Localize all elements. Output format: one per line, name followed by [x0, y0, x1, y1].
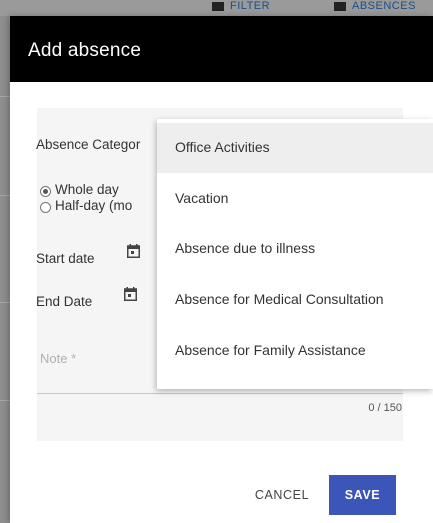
add-absence-dialog: Add absence Absence Categor Whole day Ha… [10, 16, 433, 523]
category-option-family-assistance[interactable]: Absence for Family Assistance [157, 326, 433, 376]
dialog-title: Add absence [28, 40, 142, 61]
half-day-label[interactable]: Half-day (mo [55, 198, 132, 213]
background-divider [0, 96, 10, 97]
category-option-office-activities[interactable]: Office Activities [157, 123, 433, 173]
category-option-medical-consultation[interactable]: Absence for Medical Consultation [157, 275, 433, 325]
whole-day-label[interactable]: Whole day [55, 182, 119, 197]
calendar-icon[interactable] [124, 287, 137, 301]
category-option-vacation[interactable]: Vacation [157, 174, 433, 224]
absence-category-label[interactable]: Absence Categor [36, 137, 140, 152]
start-date-label: Start date [36, 251, 95, 266]
background-divider [0, 302, 10, 303]
calendar-icon[interactable] [127, 244, 140, 258]
whole-day-radio[interactable] [40, 186, 51, 197]
note-character-counter: 0 / 150 [368, 402, 402, 414]
background-filter-button: FILTER [212, 0, 270, 14]
note-input[interactable]: Note * [40, 351, 76, 366]
absences-icon [334, 1, 346, 11]
end-date-label: End Date [36, 294, 93, 309]
background-absences-button: ABSENCES [334, 0, 416, 14]
background-divider [0, 400, 10, 401]
background-divider [0, 195, 10, 196]
category-option-illness[interactable]: Absence due to illness [157, 224, 433, 274]
note-underline [37, 393, 403, 394]
dialog-header: Add absence [10, 16, 433, 82]
filter-icon [212, 1, 224, 11]
save-button[interactable]: SAVE [329, 475, 396, 515]
cancel-button[interactable]: CANCEL [242, 475, 322, 515]
half-day-radio[interactable] [40, 202, 51, 213]
absence-category-dropdown: Office Activities Vacation Absence due t… [157, 119, 433, 389]
